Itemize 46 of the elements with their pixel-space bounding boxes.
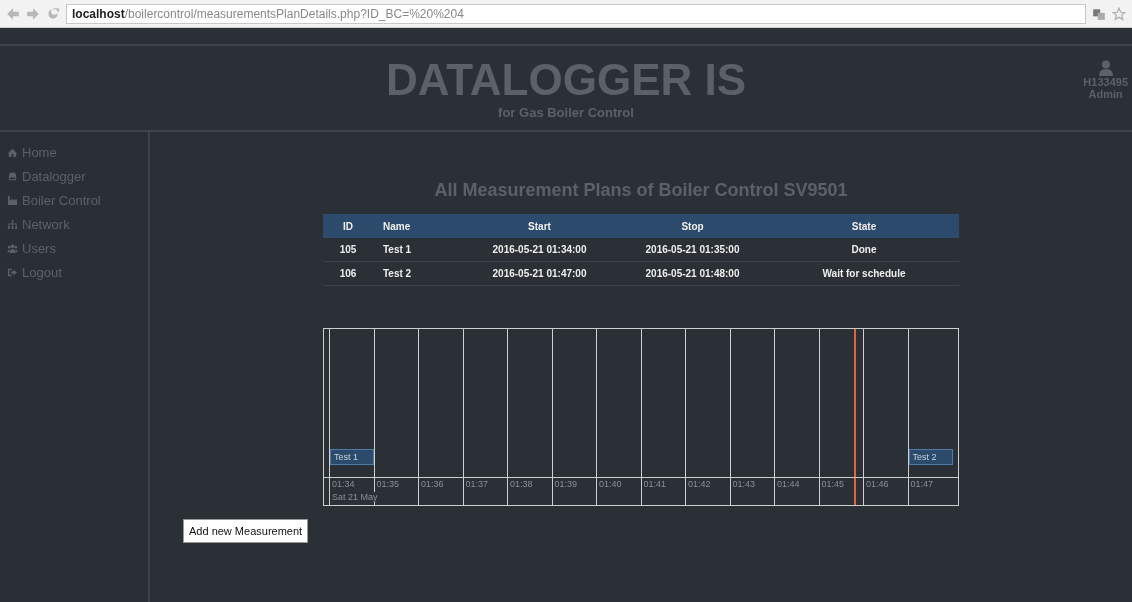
table-cell: 2016-05-21 01:48:00 [616,261,769,286]
time-label: 01:36 [421,479,444,489]
star-icon[interactable] [1112,6,1126,21]
forward-icon[interactable] [26,6,40,21]
time-label: 01:40 [599,479,622,489]
add-measurement-button[interactable]: Add new Measurement [183,519,309,543]
time-label: 01:47 [910,479,934,489]
drive-icon [7,170,18,182]
time-label: 01:39 [554,479,578,489]
time-label: 01:41 [643,479,667,489]
sitemap-icon [7,218,18,230]
reload-icon[interactable] [46,6,60,21]
column-header: State [769,214,959,238]
timeline-item[interactable]: Test 2 [908,449,953,465]
time-label: 01:34 [332,479,355,489]
column-header: Start [463,214,616,238]
user-icon[interactable] [1098,60,1113,76]
table-cell: 2016-05-21 01:35:00 [616,238,769,262]
table-cell: Done [769,238,959,262]
factory-icon [7,194,18,206]
table-cell: Wait for schedule [769,261,959,286]
time-label: 01:44 [777,479,800,489]
users-icon [7,242,18,254]
time-label: 01:46 [866,479,889,489]
logout-icon [7,266,18,278]
table-cell: 2016-05-21 01:34:00 [463,238,616,262]
column-header: ID [323,214,373,238]
table-cell: 2016-05-21 01:47:00 [463,261,616,286]
table-cell: 105 [323,238,373,262]
home-icon [7,146,18,158]
time-label: 01:38 [510,479,533,489]
time-label: 01:43 [732,479,756,489]
timeline-item[interactable]: Test 1 [330,449,374,465]
time-label: 01:35 [376,479,400,489]
table-cell: Test 1 [373,238,463,262]
table-cell: Test 2 [373,261,463,286]
time-label: 01:37 [465,479,489,489]
address-bar[interactable]: localhost/boilercontrol/measurementsPlanDetails.php?ID_BC=%20%204 [66,3,1086,24]
column-header: Name [373,214,463,238]
back-icon[interactable] [6,6,20,21]
time-label: 01:45 [821,479,845,489]
time-label: 01:42 [688,479,711,489]
column-header: Stop [616,214,769,238]
date-label: Sat 21 May [331,492,379,502]
table-cell: 106 [323,261,373,286]
translate-icon[interactable] [1092,6,1106,21]
